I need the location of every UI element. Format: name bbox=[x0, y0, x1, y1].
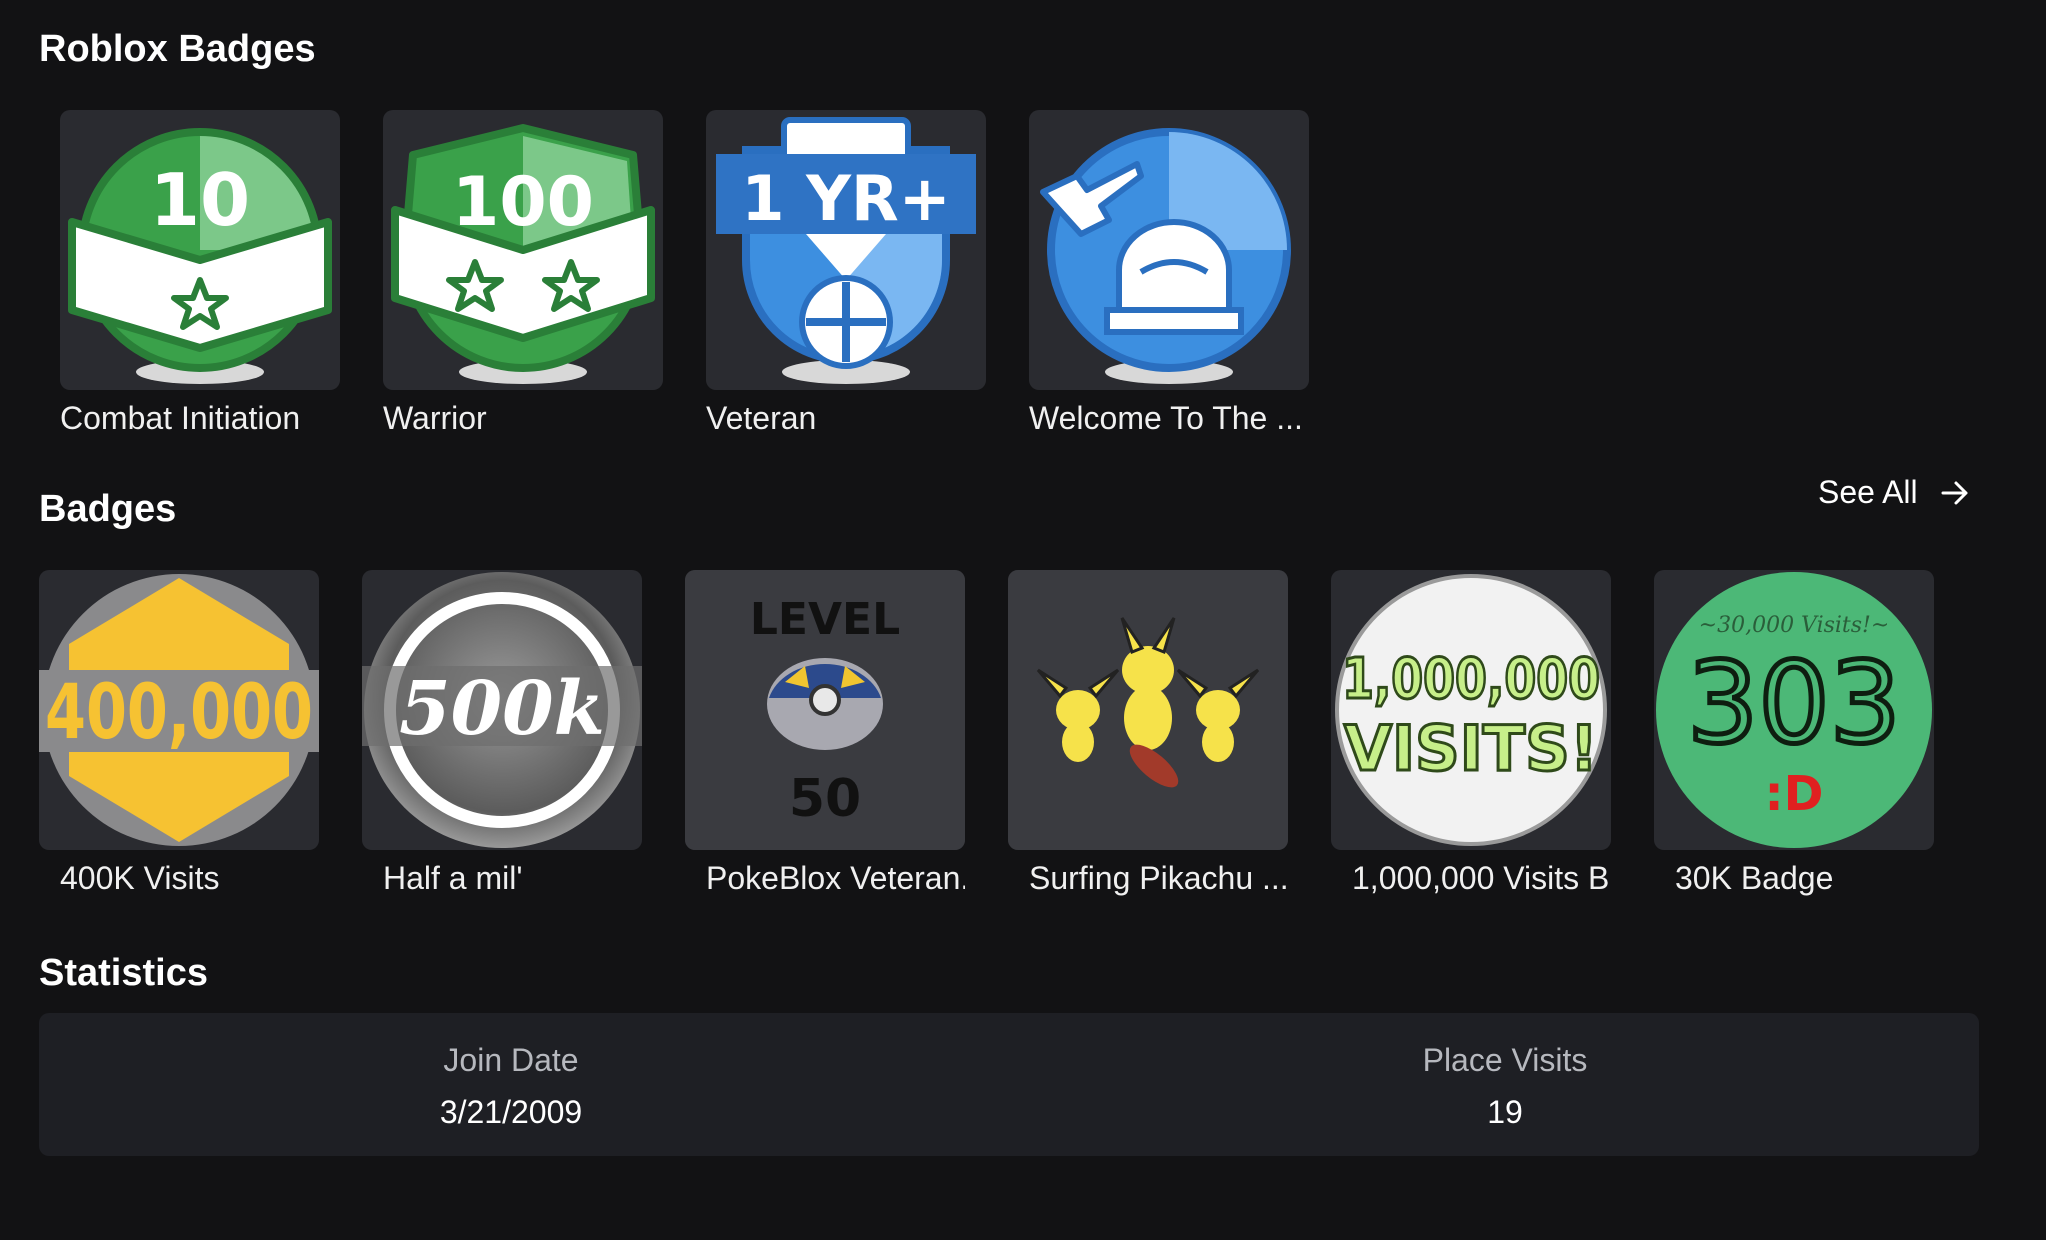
roblox-badge-combat-initiation[interactable]: 10 Combat Initiation bbox=[60, 110, 340, 440]
million-visits-art-text: VISITS! bbox=[1344, 712, 1598, 785]
400k-visits-badge-icon: 400,000 bbox=[39, 574, 319, 846]
roblox-badge-veteran[interactable]: 1 YR+ Veteran bbox=[706, 110, 986, 440]
roblox-badges-heading: Roblox Badges bbox=[39, 28, 316, 70]
combat-initiation-badge-icon: 10 bbox=[68, 128, 332, 384]
half-a-mil-art-text: 500k bbox=[399, 666, 605, 752]
badge-label[interactable]: 30K Badge bbox=[1654, 856, 1934, 900]
combat-initiation-art-text: 10 bbox=[150, 158, 250, 242]
veteran-badge-icon: 1 YR+ bbox=[716, 117, 976, 384]
badges-heading: Badges bbox=[39, 488, 177, 530]
badge-30k[interactable]: ~30,000 Visits!~ 303 :D 30K Badge bbox=[1654, 570, 1934, 900]
roblox-badge-welcome[interactable]: Welcome To The ... bbox=[1029, 110, 1309, 440]
place-visits-label: Place Visits bbox=[1422, 1042, 1588, 1078]
pokeblox-veteran-badge-icon: LEVEL 50 bbox=[685, 570, 965, 850]
badge-label[interactable]: Surfing Pikachu ... bbox=[1008, 856, 1288, 900]
30k-art-smiley: :D bbox=[1764, 766, 1823, 822]
statistics-heading: Statistics bbox=[39, 952, 208, 994]
veteran-art-text: 1 YR+ bbox=[741, 162, 950, 235]
badge-400k-visits[interactable]: 400,000 400K Visits bbox=[39, 570, 319, 900]
pokeblox-level-number: 50 bbox=[789, 769, 861, 829]
badge-surfing-pikachu[interactable]: Surfing Pikachu ... bbox=[1008, 570, 1288, 900]
half-a-mil-badge-icon: 500k bbox=[362, 572, 642, 848]
badge-label[interactable]: 400K Visits bbox=[39, 856, 319, 900]
400k-art-text: 400,000 bbox=[45, 667, 313, 756]
roblox-badge-warrior[interactable]: 100 Warrior bbox=[383, 110, 663, 440]
badge-label[interactable]: 1,000,000 Visits B... bbox=[1331, 856, 1611, 900]
30k-badge-icon: ~30,000 Visits!~ 303 :D bbox=[1656, 572, 1932, 848]
badge-label[interactable]: Welcome To The ... bbox=[1029, 396, 1309, 440]
badge-label[interactable]: PokeBlox Veteran... bbox=[685, 856, 965, 900]
warrior-badge-icon: 100 bbox=[391, 124, 655, 384]
warrior-art-text: 100 bbox=[452, 163, 594, 242]
million-visits-badge-icon: 1,000,000 VISITS! bbox=[1335, 574, 1607, 846]
badge-pokeblox-veteran[interactable]: LEVEL 50 PokeBlox Veteran... bbox=[685, 570, 965, 900]
place-visits-stat: Place Visits 19 bbox=[1205, 1039, 1805, 1133]
badge-half-a-mil[interactable]: 500k Half a mil' bbox=[362, 570, 642, 900]
badge-million-visits[interactable]: 1,000,000 VISITS! 1,000,000 Visits B... bbox=[1331, 570, 1611, 900]
arrow-right-icon bbox=[1941, 481, 1968, 504]
badge-label[interactable]: Veteran bbox=[706, 396, 986, 440]
badge-label[interactable]: Half a mil' bbox=[362, 856, 642, 900]
see-all-label: See All bbox=[1818, 474, 1918, 510]
see-all-link[interactable]: See All bbox=[1818, 474, 1970, 511]
welcome-builders-club-badge-icon bbox=[1040, 128, 1291, 384]
join-date-stat: Join Date 3/21/2009 bbox=[211, 1039, 811, 1133]
join-date-label: Join Date bbox=[443, 1042, 579, 1078]
join-date-value: 3/21/2009 bbox=[439, 1094, 583, 1130]
surfing-pikachu-badge-icon bbox=[1008, 570, 1288, 850]
badge-label[interactable]: Warrior bbox=[383, 396, 663, 440]
place-visits-value: 19 bbox=[1487, 1094, 1523, 1130]
badge-label[interactable]: Combat Initiation bbox=[60, 396, 340, 440]
pokeblox-level-text: LEVEL bbox=[750, 594, 900, 645]
30k-art-number: 303 bbox=[1687, 639, 1901, 769]
million-visits-art-number: 1,000,000 bbox=[1342, 647, 1600, 712]
statistics-panel: Join Date 3/21/2009 Place Visits 19 bbox=[39, 1013, 1979, 1156]
30k-art-caption: ~30,000 Visits!~ bbox=[1699, 613, 1890, 638]
